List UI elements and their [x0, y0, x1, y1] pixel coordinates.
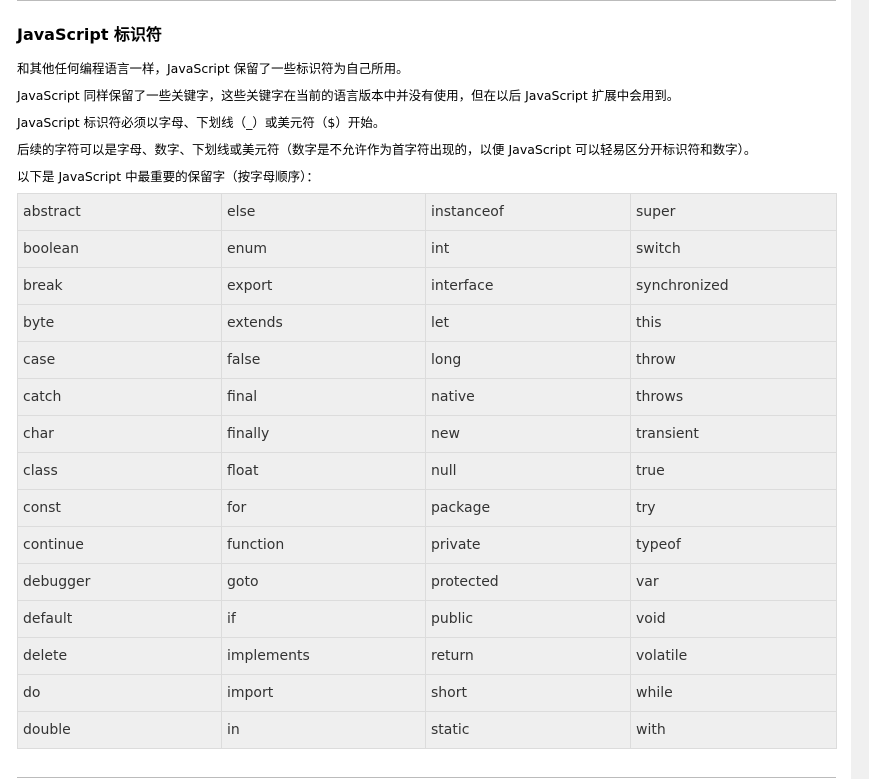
table-row: do import short while: [17, 674, 837, 712]
table-cell: byte: [17, 304, 222, 342]
table-cell: float: [221, 452, 426, 490]
reserved-words-table: abstract else instanceof super boolean enum in…: [17, 193, 837, 749]
table-row: delete implements return volatile: [17, 637, 837, 675]
table-cell: boolean: [17, 230, 222, 268]
table-cell: true: [630, 452, 837, 490]
table-cell: extends: [221, 304, 426, 342]
article-content: JavaScript 标识符 和其他任何编程语言一样，JavaScript 保留…: [17, 22, 837, 749]
table-cell: synchronized: [630, 267, 837, 305]
table-row: debugger goto protected var: [17, 563, 837, 601]
table-cell: debugger: [17, 563, 222, 601]
table-cell: protected: [425, 563, 631, 601]
article-page: JavaScript 标识符 和其他任何编程语言一样，JavaScript 保留…: [0, 0, 851, 779]
table-cell: null: [425, 452, 631, 490]
table-cell: transient: [630, 415, 837, 453]
table-row: catch final native throws: [17, 378, 837, 416]
table-cell: import: [221, 674, 426, 712]
table-cell: catch: [17, 378, 222, 416]
table-cell: long: [425, 341, 631, 379]
top-divider: [17, 0, 836, 1]
table-cell: char: [17, 415, 222, 453]
table-row: boolean enum int switch: [17, 230, 837, 268]
table-cell: static: [425, 711, 631, 749]
table-cell: break: [17, 267, 222, 305]
table-row: break export interface synchronized: [17, 267, 837, 305]
table-cell: else: [221, 193, 426, 231]
table-cell: abstract: [17, 193, 222, 231]
table-cell: goto: [221, 563, 426, 601]
table-cell: new: [425, 415, 631, 453]
table-cell: int: [425, 230, 631, 268]
table-cell: in: [221, 711, 426, 749]
paragraph-table-intro: 以下是 JavaScript 中最重要的保留字（按字母顺序）：: [17, 169, 319, 184]
table-row: const for package try: [17, 489, 837, 527]
table-row: default if public void: [17, 600, 837, 638]
table-row: class float null true: [17, 452, 837, 490]
section-title: JavaScript 标识符: [17, 25, 163, 44]
table-cell: volatile: [630, 637, 837, 675]
table-cell: implements: [221, 637, 426, 675]
table-cell: this: [630, 304, 837, 342]
table-row: byte extends let this: [17, 304, 837, 342]
table-cell: function: [221, 526, 426, 564]
paragraph-subsequent-chars: 后续的字符可以是字母、数字、下划线或美元符（数字是不允许作为首字符出现的，以便 …: [17, 142, 757, 157]
table-cell: return: [425, 637, 631, 675]
table-cell: switch: [630, 230, 837, 268]
table-cell: void: [630, 600, 837, 638]
table-cell: continue: [17, 526, 222, 564]
paragraph-identifier-start: JavaScript 标识符必须以字母、下划线（_）或美元符（$）开始。: [17, 115, 386, 130]
paragraph-future-keywords: JavaScript 同样保留了一些关键字，这些关键字在当前的语言版本中并没有使…: [17, 88, 680, 103]
table-cell: double: [17, 711, 222, 749]
table-cell: var: [630, 563, 837, 601]
table-cell: interface: [425, 267, 631, 305]
table-cell: native: [425, 378, 631, 416]
table-cell: throws: [630, 378, 837, 416]
table-cell: for: [221, 489, 426, 527]
table-cell: private: [425, 526, 631, 564]
table-cell: default: [17, 600, 222, 638]
bottom-divider: [17, 777, 836, 778]
table-cell: const: [17, 489, 222, 527]
table-cell: finally: [221, 415, 426, 453]
table-cell: final: [221, 378, 426, 416]
reserved-words-table-body: abstract else instanceof super boolean enum in…: [17, 193, 837, 749]
table-cell: delete: [17, 637, 222, 675]
table-cell: package: [425, 489, 631, 527]
paragraph-reserved-intro: 和其他任何编程语言一样，JavaScript 保留了一些标识符为自己所用。: [17, 61, 409, 76]
table-row: case false long throw: [17, 341, 837, 379]
table-cell: let: [425, 304, 631, 342]
table-cell: enum: [221, 230, 426, 268]
table-cell: super: [630, 193, 837, 231]
table-row: continue function private typeof: [17, 526, 837, 564]
intro-paragraphs: 和其他任何编程语言一样，JavaScript 保留了一些标识符为自己所用。 Ja…: [17, 55, 836, 190]
table-cell: case: [17, 341, 222, 379]
table-cell: export: [221, 267, 426, 305]
table-cell: short: [425, 674, 631, 712]
table-cell: throw: [630, 341, 837, 379]
table-row: char finally new transient: [17, 415, 837, 453]
table-cell: class: [17, 452, 222, 490]
table-row: abstract else instanceof super: [17, 193, 837, 231]
table-cell: try: [630, 489, 837, 527]
table-row: double in static with: [17, 711, 837, 749]
table-cell: instanceof: [425, 193, 631, 231]
table-cell: typeof: [630, 526, 837, 564]
table-cell: while: [630, 674, 837, 712]
table-cell: public: [425, 600, 631, 638]
table-cell: with: [630, 711, 837, 749]
table-cell: if: [221, 600, 426, 638]
table-cell: do: [17, 674, 222, 712]
table-cell: false: [221, 341, 426, 379]
